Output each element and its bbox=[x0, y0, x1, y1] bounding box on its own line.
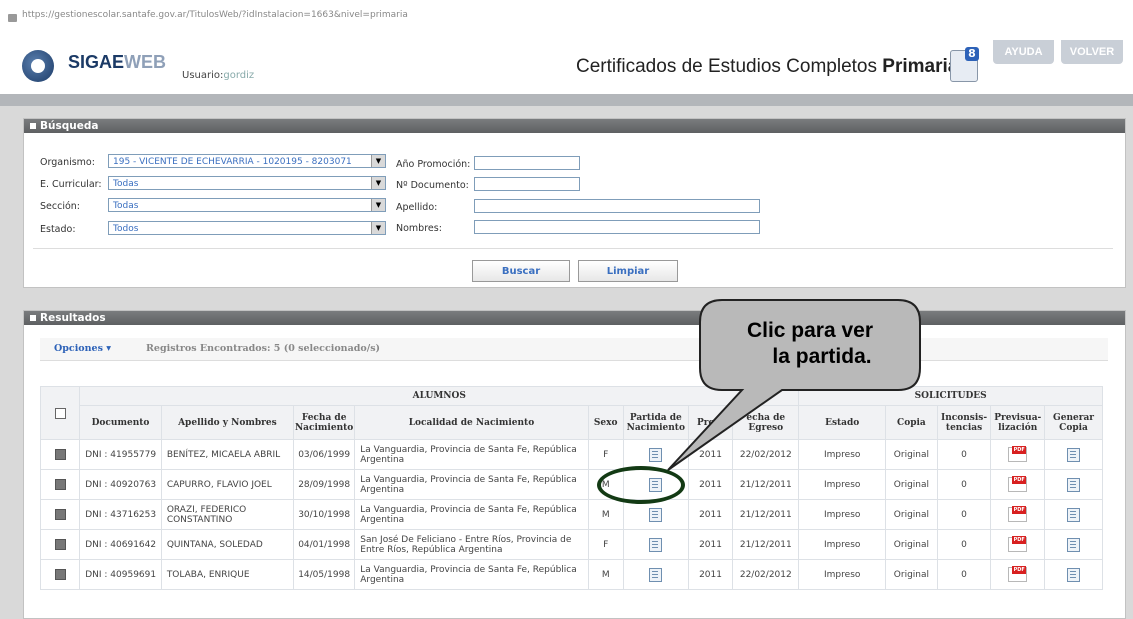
callout-bubble bbox=[667, 299, 921, 471]
callout-text: Clic para ver la partida. bbox=[746, 319, 874, 368]
highlight-ellipse bbox=[597, 466, 685, 504]
